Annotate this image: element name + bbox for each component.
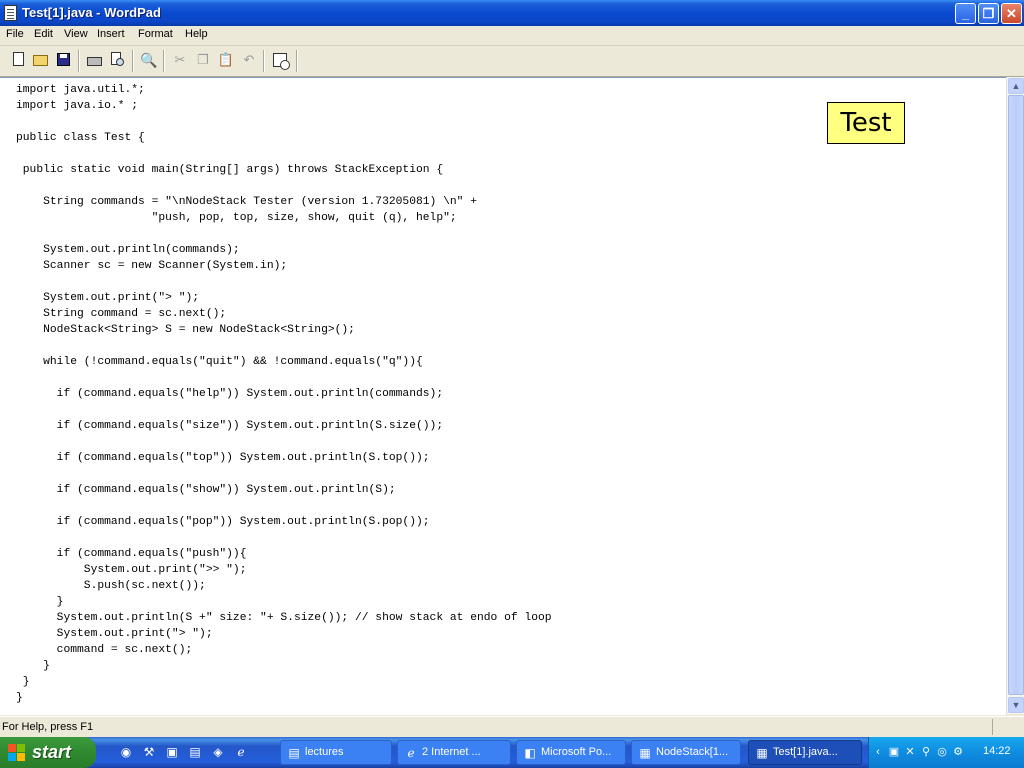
paste-button[interactable]: 📋 [217, 51, 235, 69]
menu-view[interactable]: View [64, 28, 88, 40]
toolbar-separator [78, 50, 80, 72]
task-label: lectures [305, 746, 344, 758]
copy-icon: ❐ [197, 52, 209, 67]
task-label: NodeStack[1... [656, 746, 729, 758]
copy-button[interactable]: ❐ [194, 51, 212, 69]
save-icon [57, 53, 70, 66]
scroll-down-button[interactable]: ▼ [1008, 697, 1024, 713]
toolbar-separator [263, 50, 265, 72]
logo-blue [8, 753, 16, 761]
open-button[interactable] [32, 51, 50, 69]
logo-yellow [17, 753, 25, 761]
quick-launch-app-icon[interactable]: ◈ [210, 744, 226, 760]
cut-icon: ✂ [174, 52, 186, 67]
status-bar: For Help, press F1 [0, 716, 1024, 737]
tray-expand-icon[interactable]: ‹ [871, 745, 885, 759]
new-button[interactable] [10, 51, 28, 69]
scroll-up-button[interactable]: ▲ [1008, 78, 1024, 94]
task-powerpoint[interactable]: ◧ Microsoft Po... [516, 740, 626, 765]
menu-file[interactable]: File [6, 28, 24, 40]
date-time-button[interactable] [271, 51, 290, 70]
tray-network-icon[interactable]: ▣ [887, 745, 901, 759]
toolbar-separator [163, 50, 165, 72]
wordpad-icon: ▦ [639, 746, 651, 760]
close-button[interactable]: ✕ [1001, 3, 1022, 24]
maximize-button[interactable]: ❐ [978, 3, 999, 24]
status-panel [992, 719, 1023, 735]
vertical-scrollbar[interactable]: ▲ ▼ [1006, 77, 1024, 714]
task-lectures[interactable]: ▤ lectures [280, 740, 392, 765]
ie-icon: ℯ [407, 746, 415, 760]
wordpad-icon: ▦ [756, 746, 768, 760]
menu-format[interactable]: Format [138, 28, 173, 40]
tray-settings-icon[interactable]: ⚙ [951, 745, 965, 759]
print-preview-button[interactable] [109, 51, 127, 69]
find-icon: 🔍 [140, 52, 158, 68]
window-title: Test[1].java - WordPad [22, 5, 161, 20]
task-nodestack[interactable]: ▦ NodeStack[1... [631, 740, 741, 765]
new-icon [13, 52, 24, 66]
open-icon [33, 55, 48, 66]
menu-edit[interactable]: Edit [34, 28, 53, 40]
document-area[interactable]: import java.util.*; import java.io.* ; p… [0, 77, 1006, 715]
print-preview-icon [111, 52, 124, 66]
clock[interactable]: 14:22 [983, 745, 1011, 757]
task-label: Microsoft Po... [541, 746, 612, 758]
test-badge: Test [827, 102, 905, 144]
cut-button[interactable]: ✂ [171, 51, 189, 69]
logo-green [17, 744, 25, 752]
tray-disconnected-icon[interactable]: ✕ [903, 745, 917, 759]
date-time-icon [273, 53, 290, 70]
quick-launch-ie-icon[interactable]: ◉ [118, 744, 134, 760]
start-label: start [32, 742, 72, 762]
scroll-thumb[interactable] [1008, 95, 1024, 695]
status-text: For Help, press F1 [2, 721, 94, 733]
undo-button[interactable]: ↶ [240, 51, 258, 69]
toolbar-separator [132, 50, 134, 72]
undo-icon: ↶ [243, 52, 255, 67]
menu-insert[interactable]: Insert [97, 28, 125, 40]
wordpad-app-icon[interactable] [4, 5, 17, 21]
task-internet-explorer[interactable]: ℯ 2 Internet ... [397, 740, 511, 765]
menu-help[interactable]: Help [185, 28, 208, 40]
taskbar: start ◉ ⚒ ▣ ▤ ◈ ℯ ▤ lectures ℯ 2 Interne… [0, 737, 1024, 768]
toolbar: 🔍 ✂ ❐ 📋 ↶ [0, 46, 1024, 77]
tray-search-icon[interactable]: ⚲ [919, 745, 933, 759]
print-button[interactable] [86, 51, 104, 69]
minimize-button[interactable]: _ [955, 3, 976, 24]
quick-launch-tool-icon[interactable]: ⚒ [141, 744, 157, 760]
document-text[interactable]: import java.util.*; import java.io.* ; p… [16, 82, 552, 706]
powerpoint-icon: ◧ [524, 746, 536, 760]
paste-icon: 📋 [217, 52, 235, 67]
save-button[interactable] [55, 51, 73, 69]
quick-launch-browser-icon[interactable]: ℯ [233, 744, 249, 760]
start-button[interactable]: start [0, 737, 96, 768]
quick-launch-folder-icon[interactable]: ▤ [187, 744, 203, 760]
logo-red [8, 744, 16, 752]
task-test-java[interactable]: ▦ Test[1].java... [748, 740, 862, 765]
print-icon [87, 57, 102, 66]
quick-launch-cmd-icon[interactable]: ▣ [164, 744, 180, 760]
title-bar[interactable]: Test[1].java - WordPad _ ❐ ✕ [0, 0, 1024, 26]
system-tray: ‹ ▣ ✕ ⚲ ◎ ⚙ 14:22 [868, 737, 1024, 768]
tray-app-icon[interactable]: ◎ [935, 745, 949, 759]
folder-icon: ▤ [288, 746, 300, 760]
find-button[interactable]: 🔍 [140, 51, 158, 69]
task-label: Test[1].java... [773, 746, 838, 758]
toolbar-separator [296, 50, 298, 72]
task-label: 2 Internet ... [422, 746, 481, 758]
windows-logo-icon [8, 744, 26, 762]
menu-bar: File Edit View Insert Format Help [0, 26, 1024, 46]
